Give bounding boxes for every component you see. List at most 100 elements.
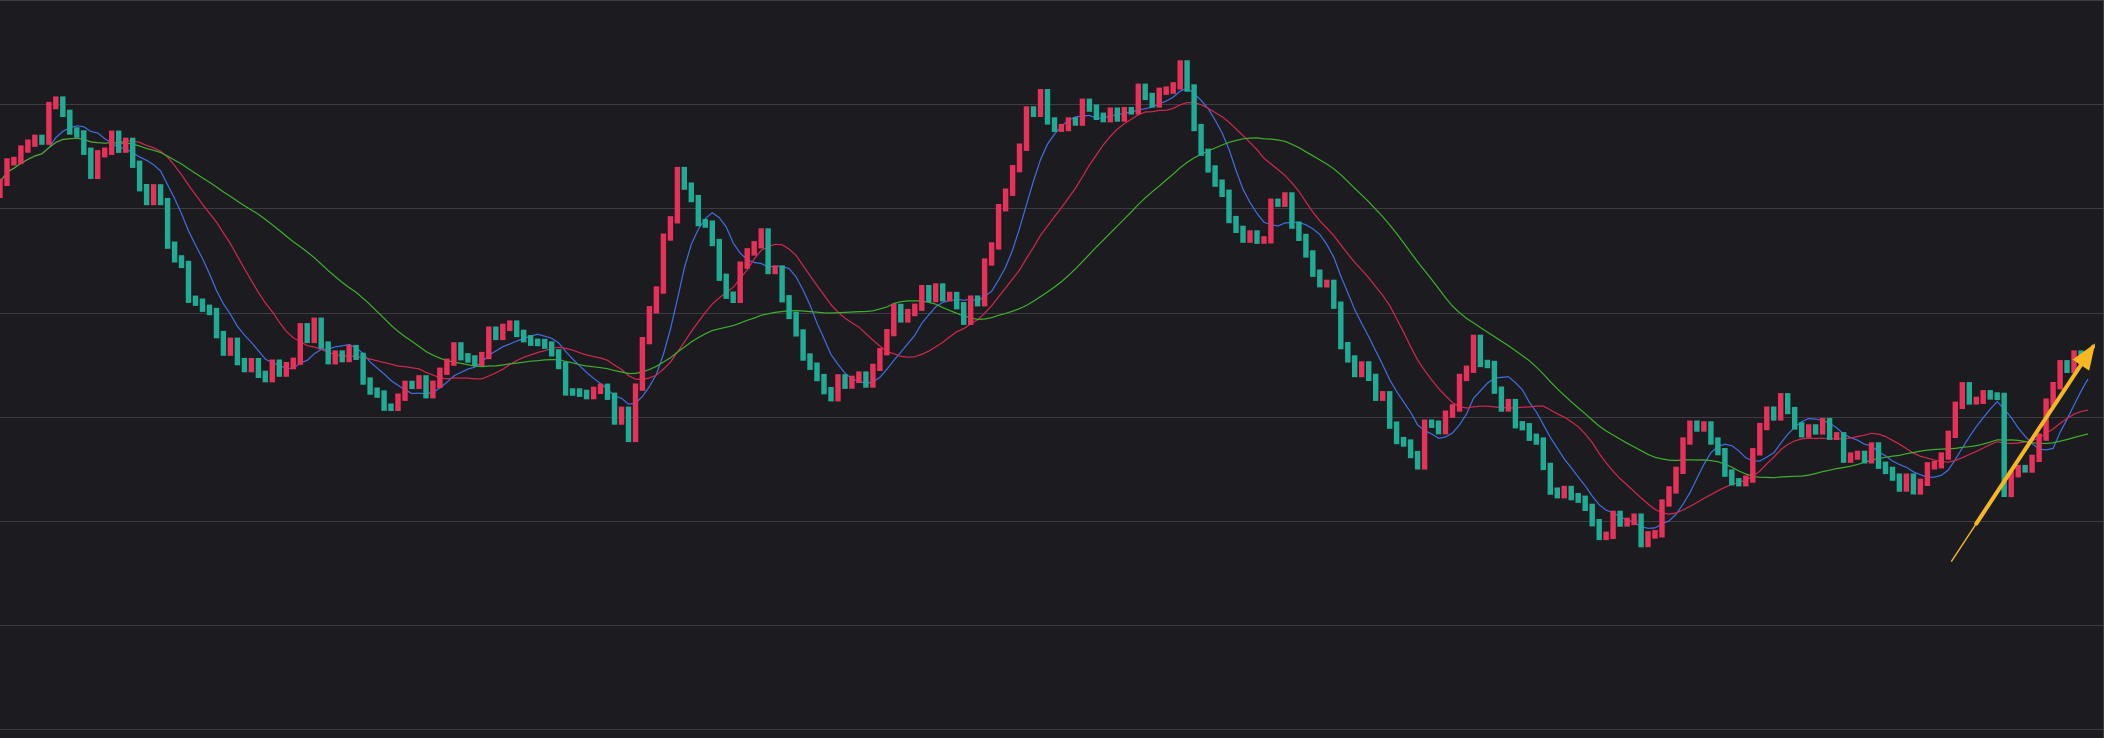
candle-up [1170,82,1176,94]
candle-up [1854,450,1861,460]
candle-up [1778,393,1784,421]
candle-down [1575,493,1581,503]
candle-down [1338,301,1344,350]
candle-down [1554,487,1560,499]
candle-up [1764,406,1770,431]
candle-down [1366,361,1372,381]
candle-up [332,350,338,365]
candle-down [81,130,87,155]
candle-down [1093,104,1100,120]
candle-down [157,184,164,206]
candle-down [234,337,241,366]
candle-up [1603,531,1609,541]
candle-up [590,386,597,400]
candle-down [521,329,527,343]
candle-up [1470,334,1477,373]
candle-up [856,371,862,384]
candle-down [1729,469,1735,486]
candle-down [1533,433,1539,445]
candle-up [1456,373,1463,412]
candle-down [1519,421,1525,431]
candle-down [1484,359,1491,369]
candle-down [723,273,729,299]
candle-down [625,406,632,443]
candle-down [374,387,380,398]
candle-up [1743,475,1749,487]
candle-down [765,228,771,275]
candle-down [961,302,967,325]
candle-down [213,307,220,339]
candle-up [1561,485,1567,499]
candle-down [1498,386,1505,412]
candle-down [1861,450,1868,464]
candle-down [339,350,345,363]
candle-down [1540,437,1546,471]
candle-down [1352,355,1358,378]
candle-up [1819,418,1826,435]
candle-up [1261,236,1267,244]
candle-down [1254,230,1260,244]
candle-down [1792,406,1798,430]
candle-down [1910,473,1917,495]
candle-down [1896,473,1903,492]
candle-up [877,348,883,371]
candle-up [1023,106,1030,151]
candle-up [1666,486,1672,507]
candlestick-chart[interactable] [0,0,2104,738]
candle-down [1414,450,1421,470]
candle-down [695,194,701,227]
candle-down [1212,165,1218,187]
trend-arrow-shaft [1974,344,2095,526]
candle-down [793,311,799,337]
candle-up [995,204,1002,250]
candle-up [1156,87,1162,108]
candle-up [1610,510,1616,539]
candle-down [1568,485,1574,501]
candle-up [1421,419,1428,470]
candle-down [185,260,192,303]
candle-down [814,362,820,382]
candle-up [95,150,101,179]
candle-up [451,342,457,366]
candle-down [688,182,694,203]
candle-down [255,358,262,378]
candle-down [206,304,213,316]
candle-up [444,358,450,375]
candle-down [681,166,687,190]
moving-average-lines [0,87,2089,529]
candle-up [1959,382,1965,409]
candle-down [716,238,722,281]
candle-down [1491,360,1498,394]
candle-up [835,374,841,402]
candle-up [968,295,974,325]
candle-down [549,341,555,357]
candle-up [0,178,3,199]
candle-down [1966,382,1972,405]
candle-up [311,317,317,344]
candle-down [1114,107,1120,122]
candle-up [402,380,408,401]
candle-up [2015,464,2021,478]
candle-down [130,137,136,168]
candle-down [562,361,569,396]
candle-down [1191,84,1197,132]
candle-down [1994,392,2000,401]
candle-up [597,383,604,394]
candle-down [1198,123,1204,156]
candle-up [1980,390,1986,404]
candle-down [528,335,534,346]
candle-up [346,344,352,363]
candle-up [1463,365,1470,382]
candle-down [116,130,122,153]
candle-up [479,351,485,366]
candle-down [1400,436,1407,447]
candle-up [646,306,653,345]
candle-up [849,375,855,389]
candle-up [1247,230,1253,243]
candle-down [74,127,80,138]
candle-down [940,283,946,302]
candle-down [542,338,548,349]
candle-down [1128,107,1134,115]
candle-up [981,258,988,307]
candle-down [164,197,171,249]
